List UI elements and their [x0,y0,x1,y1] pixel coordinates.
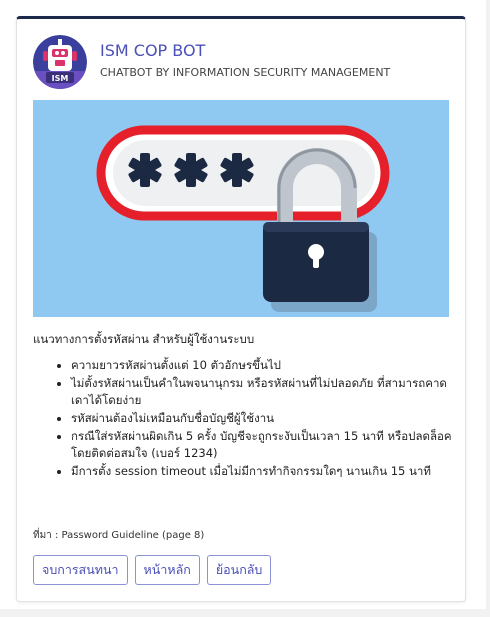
password-lock-icon [33,100,449,317]
bot-subtitle: CHATBOT BY INFORMATION SECURITY MANAGEME… [100,66,391,79]
end-chat-button[interactable]: จบการสนทนา [33,555,128,585]
quick-reply-buttons: จบการสนทนา หน้าหลัก ย้อนกลับ [33,555,272,585]
list-item: ไม่ตั้งรหัสผ่านเป็นคำในพจนานุกรม หรือรหั… [71,375,453,409]
password-rules-list: ความยาวรหัสผ่านตั้งแต่ 10 ตัวอักษรขึ้นไป… [33,357,453,481]
guideline-intro: แนวทางการตั้งรหัสผ่าน สำหรับผู้ใช้งานระบ… [33,332,255,346]
robot-icon: ISM [33,35,87,89]
list-item: รหัสผ่านต้องไม่เหมือนกับชื่อบัญชีผู้ใช้ง… [71,410,453,427]
chat-panel: ISM ISM COP BOT CHATBOT BY INFORMATION S… [0,0,486,609]
list-item: มีการตั้ง session timeout เมื่อไม่มีการท… [71,463,453,480]
bot-message-card: ISM ISM COP BOT CHATBOT BY INFORMATION S… [16,16,466,602]
avatar-badge-text: ISM [52,74,69,83]
back-button[interactable]: ย้อนกลับ [206,555,272,585]
list-item: กรณีใส่รหัสผ่านผิดเกิน 5 ครั้ง บัญชีจะถู… [71,428,453,462]
source-citation: ที่มา : Password Guideline (page 8) [33,530,205,541]
masked-password [128,153,254,187]
bot-header: ISM ISM COP BOT CHATBOT BY INFORMATION S… [33,35,453,91]
home-button[interactable]: หน้าหลัก [134,555,200,585]
list-item: ความยาวรหัสผ่านตั้งแต่ 10 ตัวอักษรขึ้นไป [71,357,453,374]
bot-name: ISM COP BOT [100,41,206,60]
